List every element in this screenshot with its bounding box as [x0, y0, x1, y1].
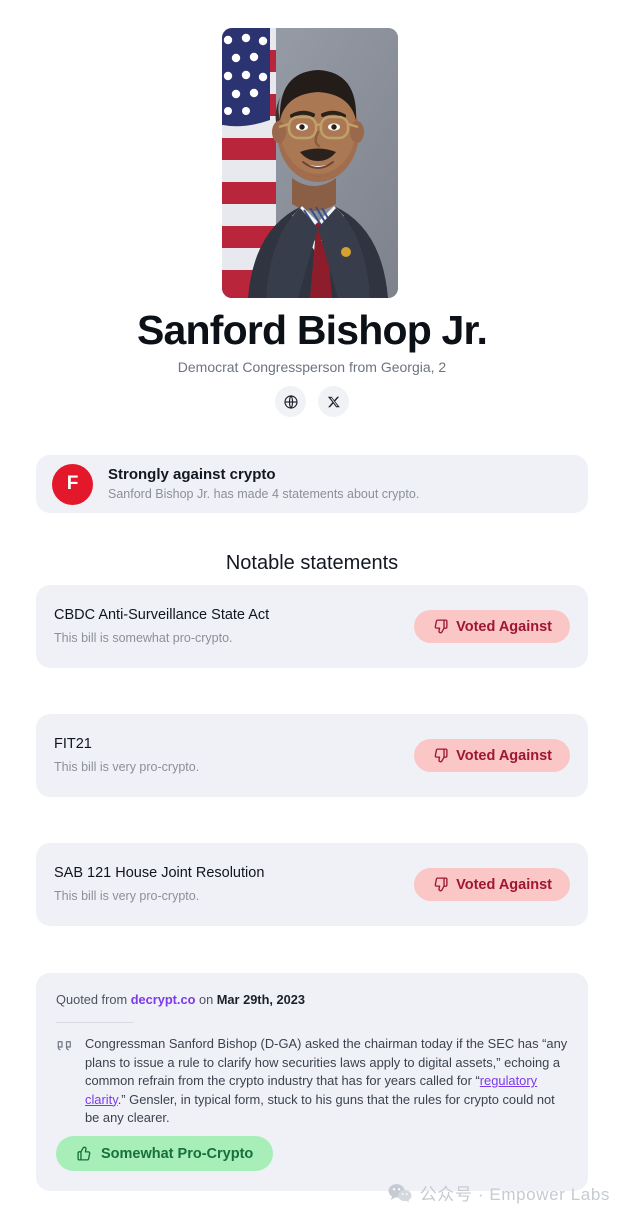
statement-texts: SAB 121 House Joint Resolution This bill… [54, 864, 264, 905]
grade-badge: F [52, 464, 93, 505]
x-link-button[interactable] [318, 386, 349, 417]
quote-text-part2: .” Gensler, in typical form, stuck to hi… [85, 1092, 555, 1126]
statement-title: SAB 121 House Joint Resolution [54, 864, 264, 883]
statement-title: FIT21 [54, 735, 199, 754]
vote-badge-label: Voted Against [456, 619, 552, 635]
statement-texts: CBDC Anti-Surveillance State Act This bi… [54, 606, 269, 647]
quote-text: Congressman Sanford Bishop (D-GA) asked … [85, 1035, 568, 1128]
statement-subtitle: This bill is somewhat pro-crypto. [54, 630, 269, 647]
page-title: Sanford Bishop Jr. [0, 305, 624, 355]
globe-icon [283, 394, 299, 410]
statement-title: CBDC Anti-Surveillance State Act [54, 606, 269, 625]
rating-texts: Strongly against crypto Sanford Bishop J… [108, 465, 419, 503]
quote-mark-icon [56, 1038, 74, 1128]
quoted-from-label: Quoted from [56, 992, 131, 1007]
on-label: on [195, 992, 216, 1007]
profile-page: Sanford Bishop Jr. Democrat Congresspers… [0, 0, 624, 1219]
vote-badge[interactable]: Voted Against [414, 739, 570, 772]
portrait-photo [222, 28, 398, 298]
website-link-button[interactable] [275, 386, 306, 417]
thumbs-up-icon [76, 1145, 93, 1162]
crypto-rating-card: F Strongly against crypto Sanford Bishop… [36, 455, 588, 513]
divider [56, 1022, 134, 1023]
statement-texts: FIT21 This bill is very pro-crypto. [54, 735, 199, 776]
statement-card[interactable]: CBDC Anti-Surveillance State Act This bi… [36, 585, 588, 668]
thumbs-down-icon [432, 618, 449, 635]
quote-body: Congressman Sanford Bishop (D-GA) asked … [56, 1035, 568, 1128]
notable-statements-heading: Notable statements [0, 550, 624, 576]
thumbs-down-icon [432, 747, 449, 764]
statement-card[interactable]: SAB 121 House Joint Resolution This bill… [36, 843, 588, 926]
vote-badge-label: Voted Against [456, 748, 552, 764]
vote-badge[interactable]: Voted Against [414, 610, 570, 643]
statements-list: CBDC Anti-Surveillance State Act This bi… [36, 585, 588, 972]
thumbs-down-icon [432, 876, 449, 893]
social-links [0, 386, 624, 417]
quote-date: Mar 29th, 2023 [217, 992, 305, 1007]
portrait-illustration [222, 28, 398, 298]
statement-subtitle: This bill is very pro-crypto. [54, 888, 264, 905]
stance-badge[interactable]: Somewhat Pro-Crypto [56, 1136, 273, 1171]
vote-badge[interactable]: Voted Against [414, 868, 570, 901]
rating-title: Strongly against crypto [108, 465, 419, 484]
stance-badge-label: Somewhat Pro-Crypto [101, 1146, 253, 1162]
vote-badge-label: Voted Against [456, 877, 552, 893]
quote-card: Quoted from decrypt.co on Mar 29th, 2023… [36, 973, 588, 1191]
statement-subtitle: This bill is very pro-crypto. [54, 759, 199, 776]
quote-source-line: Quoted from decrypt.co on Mar 29th, 2023 [56, 991, 568, 1009]
x-twitter-icon [327, 395, 341, 409]
rating-subtitle: Sanford Bishop Jr. has made 4 statements… [108, 486, 419, 503]
person-subtitle: Democrat Congressperson from Georgia, 2 [0, 358, 624, 376]
source-link[interactable]: decrypt.co [131, 992, 196, 1007]
statement-card[interactable]: FIT21 This bill is very pro-crypto. Vote… [36, 714, 588, 797]
